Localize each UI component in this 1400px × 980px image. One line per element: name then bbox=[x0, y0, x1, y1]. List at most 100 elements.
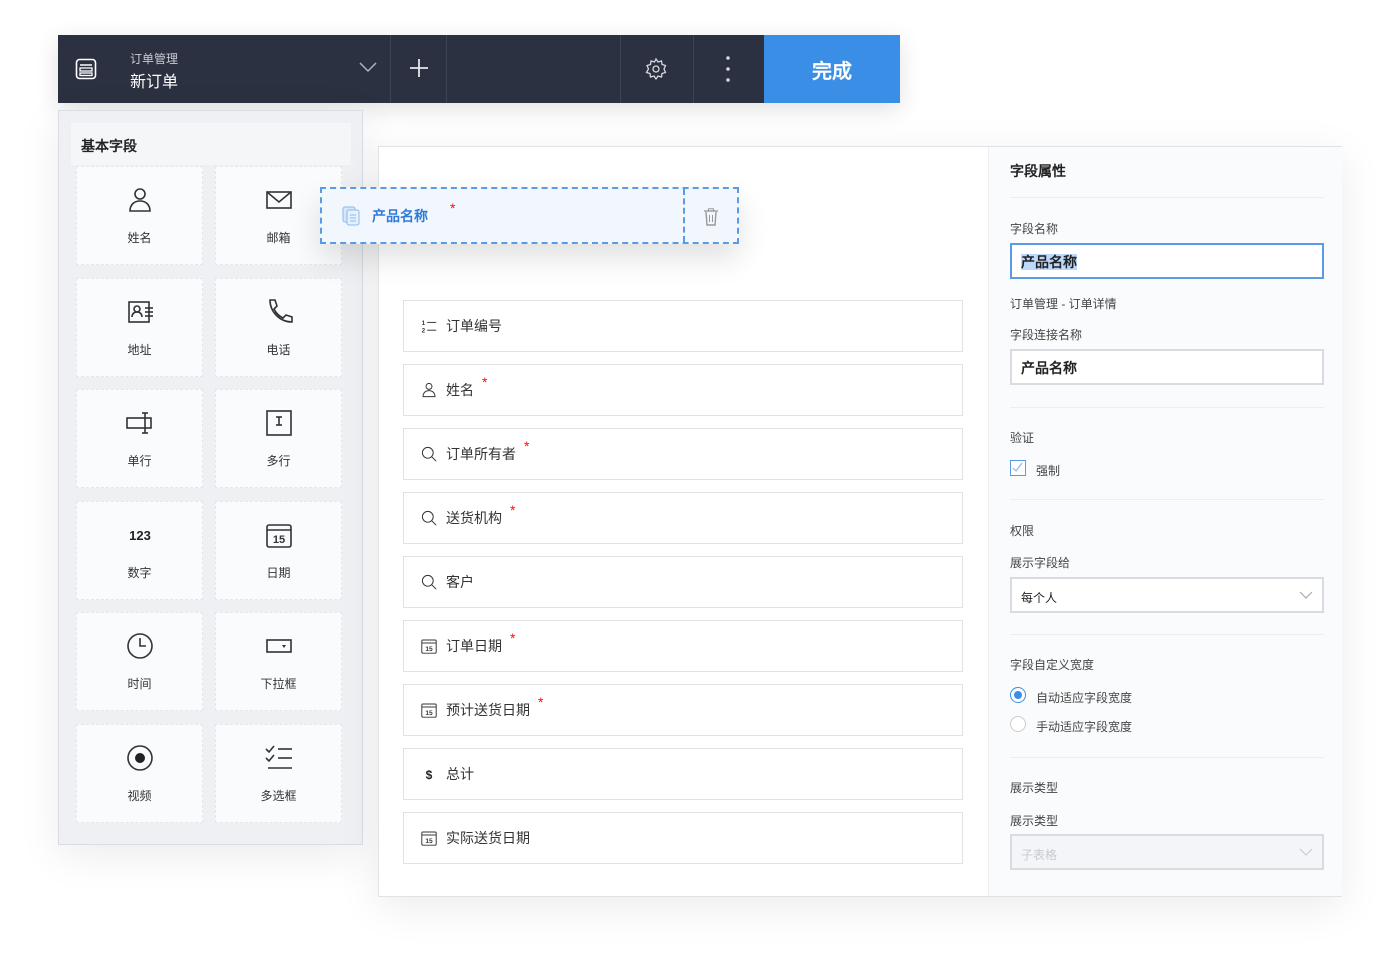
svg-text:1: 1 bbox=[422, 321, 426, 327]
width-manual-radio[interactable] bbox=[1010, 716, 1026, 732]
svg-text:15: 15 bbox=[425, 838, 433, 845]
form-field-label: 订单所有者 bbox=[446, 446, 516, 462]
field-tile-label: 邮箱 bbox=[266, 231, 291, 245]
phone-icon bbox=[268, 298, 293, 323]
dragged-field-label: 产品名称 bbox=[372, 207, 428, 224]
field-tile-6[interactable]: 123 数字 bbox=[76, 500, 203, 600]
validation-label: 验证 bbox=[1010, 431, 1035, 445]
form-field-label: 姓名 bbox=[446, 382, 474, 398]
calendar-icon: 15 bbox=[421, 703, 437, 718]
form-field-label: 预计送货日期 bbox=[446, 702, 530, 718]
context-text: 订单管理 - 订单详情 bbox=[1010, 297, 1117, 311]
field-tile-11[interactable]: 多选框 bbox=[215, 723, 342, 823]
field-tile-9[interactable]: 下拉框 bbox=[215, 612, 342, 711]
field-tile-label: 姓名 bbox=[127, 231, 152, 245]
field-tile-label: 单行 bbox=[127, 454, 152, 468]
display-type-select[interactable]: 子表格 bbox=[1010, 834, 1324, 870]
single-line-icon bbox=[125, 412, 152, 434]
form-field-label: 总计 bbox=[446, 766, 474, 782]
form-field-row[interactable]: 客户 bbox=[403, 556, 963, 608]
checklist-icon bbox=[264, 744, 292, 769]
field-tile-7[interactable]: 15 日期 bbox=[215, 500, 342, 600]
field-name-value: 产品名称 bbox=[1021, 254, 1077, 270]
form-field-row[interactable]: 姓名 * bbox=[403, 364, 963, 416]
required-mark: * bbox=[510, 502, 516, 518]
field-tile-2[interactable]: 地址 bbox=[76, 277, 203, 377]
field-tile-label: 视频 bbox=[127, 788, 152, 803]
required-mark: * bbox=[510, 630, 516, 646]
form-field-row[interactable]: 1 2 订单编号 bbox=[403, 300, 963, 352]
mandatory-label: 强制 bbox=[1036, 464, 1061, 478]
svg-text:15: 15 bbox=[272, 534, 284, 546]
dollar-icon: $ bbox=[426, 768, 433, 782]
show-to-select[interactable]: 每个人 bbox=[1010, 577, 1324, 613]
field-tile-label: 日期 bbox=[266, 565, 291, 580]
done-button[interactable]: 完成 bbox=[764, 35, 900, 103]
form-field-label: 订单日期 bbox=[446, 638, 502, 654]
number-icon: 123 bbox=[129, 528, 151, 543]
calendar-icon: 15 bbox=[421, 639, 437, 654]
svg-text:2: 2 bbox=[422, 329, 426, 335]
link-name-input[interactable]: 产品名称 bbox=[1010, 349, 1324, 385]
form-field-row[interactable]: 15 预计送货日期 * bbox=[403, 684, 963, 736]
form-field-row[interactable]: 送货机构 * bbox=[403, 492, 963, 544]
envelope-icon bbox=[265, 191, 292, 209]
width-auto-label: 自动适应字段宽度 bbox=[1036, 691, 1133, 705]
form-title: 新订单 bbox=[130, 74, 179, 91]
field-tile-10[interactable]: 视频 bbox=[76, 723, 203, 823]
chevron-down-icon[interactable] bbox=[358, 59, 378, 75]
add-icon[interactable] bbox=[408, 57, 430, 79]
svg-text:$: $ bbox=[426, 768, 433, 782]
permission-label: 权限 bbox=[1010, 524, 1035, 538]
form-field-row[interactable]: $ 总计 bbox=[403, 748, 963, 800]
palette-title: 基本字段 bbox=[71, 123, 351, 165]
trash-icon[interactable] bbox=[703, 208, 719, 226]
person-icon bbox=[128, 188, 151, 212]
top-bar: 订单管理 新订单 完成 bbox=[58, 35, 900, 103]
required-mark: * bbox=[538, 694, 544, 710]
form-field-row[interactable]: 15 实际送货日期 bbox=[403, 812, 963, 864]
calendar-icon: 15 bbox=[265, 523, 292, 548]
width-auto-radio[interactable] bbox=[1010, 687, 1026, 703]
clock-icon bbox=[126, 633, 153, 659]
form-field-row[interactable]: 订单所有者 * bbox=[403, 428, 963, 480]
more-options-icon[interactable] bbox=[725, 55, 731, 83]
form-field-row[interactable]: 15 订单日期 * bbox=[403, 620, 963, 672]
form-field-label: 客户 bbox=[446, 574, 474, 590]
show-to-value: 每个人 bbox=[1021, 591, 1058, 605]
field-tile-8[interactable]: 时间 bbox=[76, 612, 203, 711]
gear-icon[interactable] bbox=[644, 57, 668, 81]
mandatory-checkbox[interactable] bbox=[1010, 460, 1026, 476]
field-name-input[interactable]: 产品名称 bbox=[1010, 243, 1324, 279]
field-tile-label: 多选框 bbox=[260, 788, 297, 803]
field-palette: 基本字段 姓名 邮箱地址 电话单行 多行 123 数字 15 日期时间 下拉框视频 多选框 bbox=[58, 110, 363, 845]
form-icon bbox=[75, 58, 97, 80]
field-tile-label: 地址 bbox=[127, 342, 152, 357]
properties-title: 字段属性 bbox=[1010, 163, 1066, 179]
field-tile-label: 电话 bbox=[266, 342, 291, 357]
form-canvas: 1 2 订单编号 姓名 * 订单所有者 * 送货机构 * 客户 15 订单日期 * 15 预计送货日期 * $ 总… bbox=[378, 146, 1342, 897]
search-icon bbox=[421, 446, 437, 462]
svg-text:15: 15 bbox=[425, 646, 433, 653]
numbered-list-icon: 12 bbox=[422, 321, 437, 335]
display-type-label: 展示类型 bbox=[1010, 814, 1059, 828]
person-icon bbox=[422, 382, 436, 398]
dragged-field[interactable]: 产品名称 * bbox=[320, 187, 739, 244]
width-manual-label: 手动适应字段宽度 bbox=[1036, 720, 1133, 734]
calendar-icon: 15 bbox=[421, 831, 437, 846]
field-tile-label: 数字 bbox=[127, 565, 152, 580]
required-mark: * bbox=[482, 374, 488, 390]
field-tile-5[interactable]: 多行 bbox=[215, 389, 342, 488]
form-field-label: 送货机构 bbox=[446, 510, 502, 526]
show-to-label: 展示字段给 bbox=[1010, 556, 1071, 570]
required-mark: * bbox=[524, 438, 530, 454]
svg-text:15: 15 bbox=[425, 710, 433, 717]
multi-line-icon bbox=[265, 410, 292, 436]
chevron-down-icon bbox=[1299, 848, 1313, 856]
field-tile-0[interactable]: 姓名 bbox=[76, 166, 203, 265]
field-properties-panel: 字段属性 字段名称 产品名称 订单管理 - 订单详情 字段连接名称 产品名称 验… bbox=[988, 147, 1342, 896]
svg-text:123: 123 bbox=[129, 528, 151, 543]
search-icon bbox=[421, 510, 437, 526]
field-tile-4[interactable]: 单行 bbox=[76, 389, 203, 488]
field-tile-3[interactable]: 电话 bbox=[215, 277, 342, 377]
